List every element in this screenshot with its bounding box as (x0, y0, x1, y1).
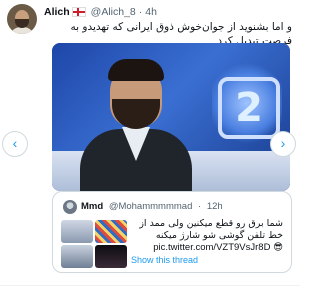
quoted-image-2[interactable] (95, 220, 127, 243)
quoted-tweet[interactable]: Mmd @Mohammmmmad · 12h شما برق رو قطع می… (52, 191, 292, 273)
quoted-image-4[interactable] (95, 245, 127, 268)
quoted-image-3[interactable] (61, 245, 93, 268)
chevron-right-icon: › (280, 135, 286, 151)
tweet-time[interactable]: 4h (145, 6, 157, 18)
tweet-header: Alich @Alich_8 · 4h (44, 6, 157, 18)
sunglasses-emoji-icon: 😎 (273, 242, 283, 253)
separator: · (138, 6, 143, 18)
chevron-left-icon: ‹ (12, 135, 18, 151)
quoted-text: شما برق رو قطع میکنین ولی ممد از خط تلفن… (139, 218, 283, 241)
quoted-author-name[interactable]: Mmd (81, 201, 103, 212)
quoted-image-1[interactable] (61, 220, 93, 243)
carousel-next-button[interactable]: › (270, 131, 296, 157)
show-thread-link[interactable]: Show this thread (131, 255, 198, 265)
channel-logo: 2 (218, 77, 280, 139)
tweet-media[interactable]: 2 (52, 43, 290, 191)
author-handle[interactable]: @Alich_8 (91, 6, 136, 18)
quoted-avatar[interactable] (63, 200, 77, 214)
presenter-hair (108, 59, 164, 81)
avatar-beard (15, 19, 29, 28)
quoted-media-grid[interactable] (61, 220, 127, 268)
quoted-time[interactable]: 12h (207, 201, 223, 212)
tweet[interactable]: Alich @Alich_8 · 4h و اما بشنوید از جوان… (0, 0, 300, 300)
avatar[interactable] (7, 4, 37, 34)
quoted-link-line: pic.twitter.com/VZT9VsJr8D 😎 (131, 242, 283, 253)
quoted-link[interactable]: pic.twitter.com/VZT9VsJr8D (153, 242, 270, 253)
divider (0, 285, 300, 286)
quoted-author-handle[interactable]: @Mohammmmmad (109, 201, 193, 212)
england-flag-icon (71, 7, 86, 17)
quoted-separator: · (198, 201, 202, 212)
avatar-shirt (9, 27, 35, 34)
quoted-header: Mmd @Mohammmmmad · 12h (81, 201, 223, 212)
carousel-prev-button[interactable]: ‹ (2, 131, 28, 157)
author-name[interactable]: Alich (44, 6, 70, 18)
